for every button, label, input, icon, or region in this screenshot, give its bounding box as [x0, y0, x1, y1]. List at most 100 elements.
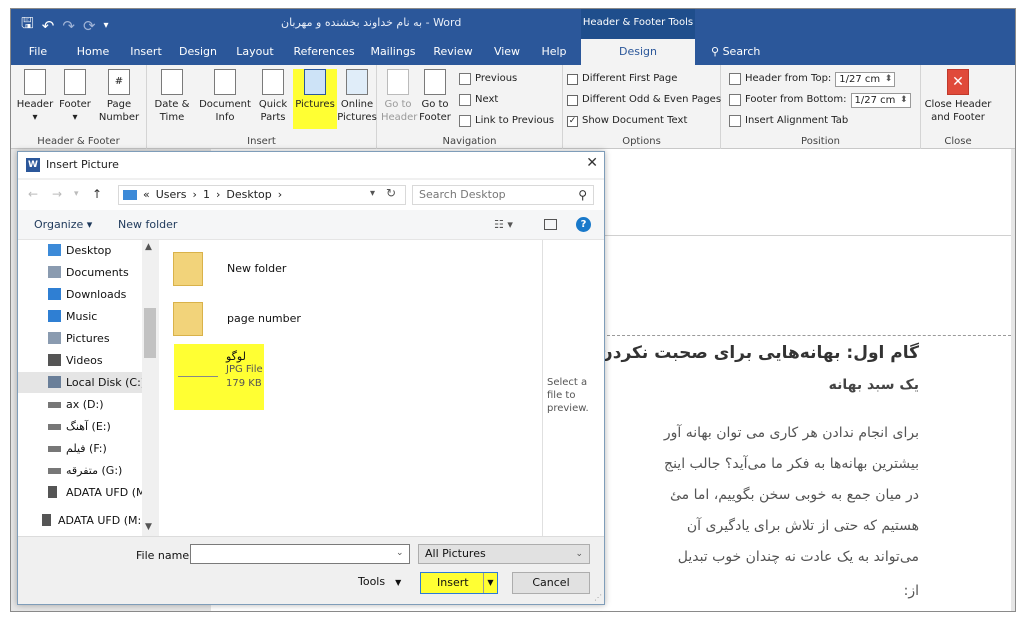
nav-item-adata-m-2[interactable]: ADATA UFD (M:) — [18, 510, 145, 531]
tell-me-search[interactable]: ⚲ Search — [711, 39, 760, 65]
tab-help[interactable]: Help — [537, 39, 571, 65]
footer-button[interactable]: Footer ▾ — [55, 69, 95, 124]
file-item-logo[interactable]: لوگو JPG File 179 KB — [174, 344, 264, 410]
nav-item-videos[interactable]: Videos — [18, 350, 142, 371]
redo-icon[interactable]: ↷ — [62, 17, 75, 35]
pictures-icon — [304, 69, 326, 95]
nav-item-drive-g[interactable]: متفرقه (G:) — [18, 460, 142, 481]
group-label: Navigation — [442, 136, 497, 147]
insert-alignment-tab-button[interactable]: Insert Alignment Tab — [729, 113, 848, 129]
header-position-icon — [729, 73, 741, 85]
recent-locations-icon[interactable]: ▾ — [74, 189, 79, 199]
close-icon[interactable]: ✕ — [586, 155, 598, 171]
nav-item-documents[interactable]: Documents — [18, 262, 142, 283]
date-time-button[interactable]: Date & Time — [151, 69, 193, 124]
tab-references[interactable]: References — [291, 39, 357, 65]
nav-item-adata-m[interactable]: ADATA UFD (M: — [18, 482, 149, 503]
up-icon[interactable]: ↑ — [92, 187, 102, 201]
file-item-page-number[interactable]: page number — [173, 298, 333, 342]
save-icon[interactable]: 🖫 — [21, 13, 34, 38]
nav-item-local-disk-c[interactable]: Local Disk (C:) — [18, 372, 145, 393]
forward-icon[interactable]: → — [52, 187, 62, 201]
change-view-icon[interactable]: ☷ ▾ — [494, 218, 513, 231]
new-folder-button[interactable]: New folder — [118, 218, 177, 231]
footer-from-bottom-spinner[interactable]: 1/27 cm — [850, 92, 911, 108]
file-name-label: File name: — [136, 549, 193, 562]
file-name-dropdown-icon[interactable]: ⌄ — [396, 548, 404, 558]
different-odd-even-checkbox[interactable]: Different Odd & Even Pages — [567, 92, 721, 108]
file-type-select[interactable]: All Pictures ⌄ — [418, 544, 590, 564]
nav-scrollbar[interactable]: ▲ ▼ — [142, 240, 158, 536]
tab-view[interactable]: View — [487, 39, 527, 65]
tab-layout[interactable]: Layout — [233, 39, 277, 65]
file-item-new-folder[interactable]: New folder — [173, 248, 333, 292]
help-icon[interactable]: ? — [576, 217, 591, 232]
tab-insert[interactable]: Insert — [125, 39, 167, 65]
refresh-icon[interactable]: ↻ — [386, 186, 396, 200]
nav-item-pictures[interactable]: Pictures — [18, 328, 142, 349]
customize-qat-icon[interactable]: ▾ — [104, 20, 109, 31]
link-to-previous-button[interactable]: Link to Previous — [459, 113, 554, 129]
nav-item-drive-e[interactable]: آهنگ (E:) — [18, 416, 142, 437]
group-position: Header from Top: 1/27 cm Footer from Bot… — [721, 65, 921, 149]
online-pictures-button[interactable]: Online Pictures — [337, 69, 377, 124]
breadcrumb-1[interactable]: 1 — [203, 186, 210, 204]
nav-item-music[interactable]: Music — [18, 306, 142, 327]
insert-button[interactable]: Insert ▼ — [420, 572, 498, 594]
header-from-top-spinner[interactable]: 1/27 cm — [835, 71, 896, 87]
document-info-button[interactable]: Document Info — [197, 69, 253, 124]
folder-icon — [173, 252, 203, 286]
close-icon: ✕ — [947, 69, 969, 95]
nav-item-desktop[interactable]: Desktop — [18, 240, 142, 261]
go-to-footer-button[interactable]: Go to Footer — [417, 69, 453, 124]
quick-access-toolbar: 🖫 ↶ ↷ ⟳ ▾ — [21, 13, 109, 38]
scroll-down-icon[interactable]: ▼ — [145, 522, 152, 532]
tab-review[interactable]: Review — [429, 39, 477, 65]
header-button[interactable]: Header ▾ — [15, 69, 55, 124]
repeat-icon[interactable]: ⟳ — [83, 17, 96, 35]
chevron-down-icon: ▼ — [395, 578, 402, 587]
previous-button[interactable]: Previous — [459, 71, 517, 87]
page-number-button[interactable]: # Page Number — [95, 69, 143, 124]
tab-mailings[interactable]: Mailings — [367, 39, 419, 65]
nav-item-downloads[interactable]: Downloads — [18, 284, 142, 305]
back-icon[interactable]: ← — [28, 187, 38, 201]
cancel-button[interactable]: Cancel — [512, 572, 590, 594]
breadcrumb-users[interactable]: Users — [156, 186, 187, 204]
resize-grip-icon[interactable]: ⋰ — [594, 593, 602, 602]
preview-pane-icon[interactable] — [544, 219, 557, 230]
quick-parts-button[interactable]: Quick Parts — [255, 69, 291, 124]
tab-home[interactable]: Home — [71, 39, 115, 65]
show-document-text-checkbox[interactable]: ✓ Show Document Text — [567, 113, 687, 129]
nav-item-drive-d[interactable]: ax (D:) — [18, 394, 142, 415]
tab-file[interactable]: File — [21, 39, 55, 65]
go-to-footer-icon — [424, 69, 446, 95]
different-first-page-checkbox[interactable]: Different First Page — [567, 71, 677, 87]
scroll-up-icon[interactable]: ▲ — [145, 242, 152, 252]
folder-icon — [123, 190, 137, 200]
preview-pane: Select a file to preview. — [542, 240, 604, 536]
tools-button[interactable]: Tools ▼ — [358, 575, 401, 588]
file-name-input[interactable] — [190, 544, 410, 564]
pictures-button[interactable]: Pictures — [293, 69, 337, 129]
address-dropdown-icon[interactable]: ▾ — [370, 188, 375, 199]
tab-header-footer-design[interactable]: Design — [581, 39, 695, 65]
close-header-footer-button[interactable]: ✕ Close Header and Footer — [923, 69, 993, 124]
go-to-header-button[interactable]: Go to Header — [381, 69, 417, 124]
next-button[interactable]: Next — [459, 92, 498, 108]
organize-button[interactable]: Organize ▾ — [34, 218, 92, 231]
search-input[interactable]: Search Desktop ⚲ — [412, 185, 594, 205]
tab-design[interactable]: Design — [177, 39, 219, 65]
drive-icon — [48, 468, 61, 474]
breadcrumb-desktop[interactable]: Desktop — [226, 186, 271, 204]
scroll-thumb[interactable] — [144, 308, 156, 358]
undo-icon[interactable]: ↶ — [42, 17, 55, 35]
chevron-down-icon: ⌄ — [575, 549, 583, 559]
nav-item-drive-f[interactable]: فیلم (F:) — [18, 438, 142, 459]
drive-icon — [48, 424, 61, 430]
usb-drive-icon — [42, 514, 51, 526]
address-bar[interactable]: « Users › 1 › Desktop › — [118, 185, 406, 205]
footer-from-bottom: Footer from Bottom: 1/27 cm — [729, 92, 911, 108]
alignment-tab-icon — [729, 115, 741, 127]
insert-options-dropdown[interactable]: ▼ — [483, 573, 497, 593]
